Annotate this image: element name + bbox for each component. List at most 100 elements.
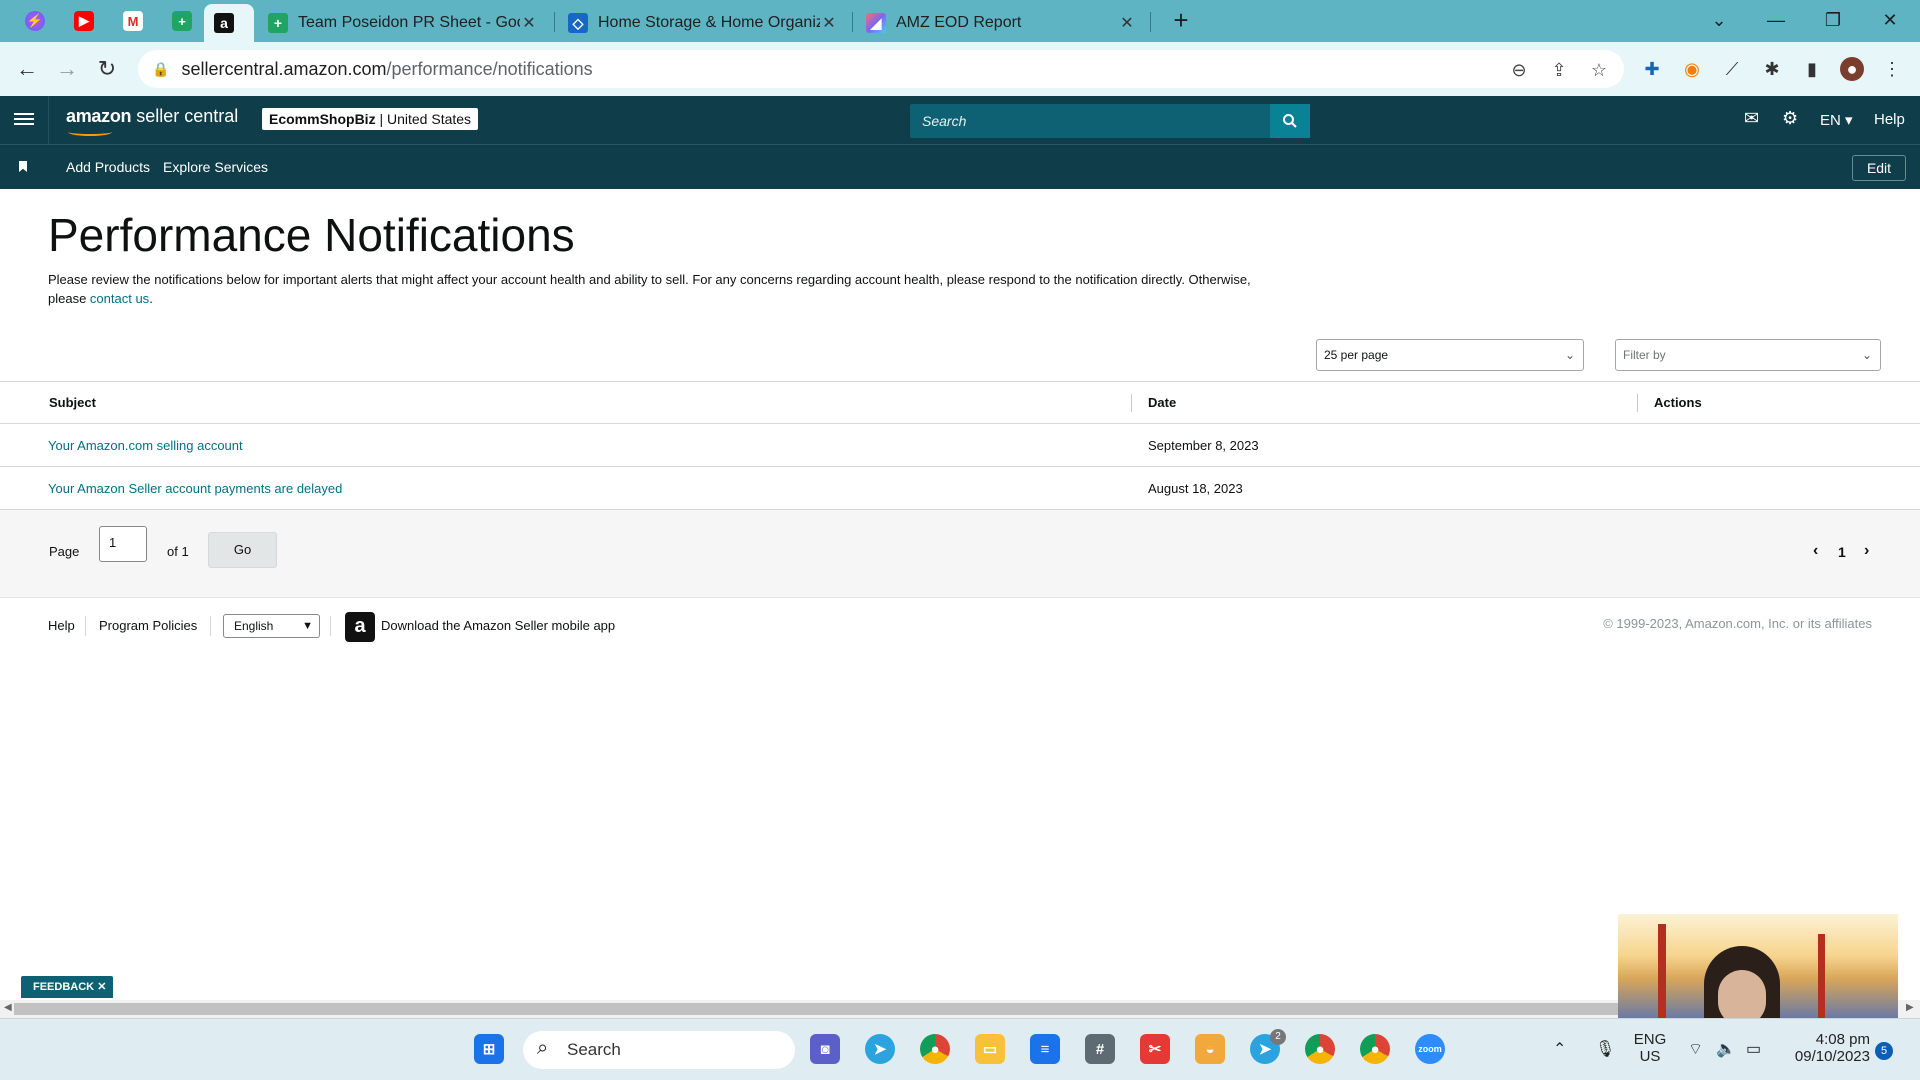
language-selector[interactable]: EN ▾ [1820, 111, 1853, 129]
minimize-button[interactable]: — [1756, 4, 1796, 36]
scroll-right-icon[interactable]: ▶ [1906, 1002, 1914, 1013]
microphone-icon[interactable]: 🎙 [1595, 1039, 1615, 1059]
close-icon[interactable]: ✕ [520, 13, 538, 33]
wifi-icon[interactable]: ⌔ [1688, 1039, 1703, 1059]
extension-icon[interactable]: ✚ [1640, 57, 1664, 81]
reload-button[interactable]: ↻ [92, 54, 122, 84]
notification-subject-link[interactable]: Your Amazon Seller account payments are … [48, 481, 342, 496]
header-search-input[interactable]: Search [910, 104, 1310, 138]
share-icon[interactable]: ⇪ [1548, 59, 1570, 81]
chevron-up-icon[interactable]: ⌃ [1553, 1039, 1566, 1059]
input-language[interactable]: ENG US [1628, 1031, 1672, 1065]
notepad-icon[interactable]: ≡ [1030, 1034, 1060, 1064]
footer-help-link[interactable]: Help [48, 618, 75, 633]
tab-divider [852, 12, 853, 32]
volume-icon[interactable]: 🔈 [1716, 1039, 1736, 1059]
clock[interactable]: 4:08 pm 09/10/2023 [1780, 1031, 1870, 1065]
store-selector[interactable]: EcommShopBiz | United States [262, 108, 479, 130]
go-button[interactable]: Go [208, 532, 277, 568]
description-end: . [149, 291, 153, 306]
gear-icon[interactable]: ⚙ [1782, 108, 1798, 129]
windows-start-icon[interactable]: ⊞ [474, 1034, 504, 1064]
subject-header[interactable]: Subject [0, 381, 1131, 424]
page-number-input[interactable]: 1 [99, 526, 147, 562]
tab-team-poseidon[interactable]: + Team Poseidon PR Sheet - Goog ✕ [258, 4, 548, 42]
sheets-icon: + [268, 13, 288, 33]
bookmark-star-icon[interactable]: ☆ [1588, 59, 1610, 81]
file-explorer-icon[interactable]: ▭ [975, 1034, 1005, 1064]
telegram-icon[interactable]: ➤ [865, 1034, 895, 1064]
current-page-number[interactable]: 1 [1838, 544, 1846, 560]
profile-avatar[interactable]: ● [1840, 57, 1864, 81]
taskbar-search[interactable]: ⌕ Search [523, 1031, 795, 1069]
bookmark-icon[interactable] [19, 161, 27, 172]
side-panel-icon[interactable]: ▮ [1800, 57, 1824, 81]
back-button[interactable]: ← [12, 54, 42, 84]
mail-icon[interactable]: ✉ [1744, 108, 1759, 129]
zoom-icon[interactable]: ⊖ [1508, 59, 1530, 81]
youtube-tab[interactable]: ▶ [64, 6, 104, 36]
help-link[interactable]: Help [1874, 111, 1905, 128]
messenger-tab[interactable]: ⚡ [15, 6, 55, 36]
snipping-tool-icon[interactable]: ✂ [1140, 1034, 1170, 1064]
nav-explore-services[interactable]: Explore Services [163, 159, 268, 175]
zoom-icon[interactable]: zoom [1415, 1034, 1445, 1064]
browser-toolbar: ← → ↻ 🔒 sellercentral.amazon.com/perform… [0, 42, 1920, 96]
per-page-value: 25 per page [1324, 348, 1389, 362]
search-placeholder: Search [922, 113, 967, 129]
date-header[interactable]: Date [1131, 381, 1637, 424]
contact-us-link[interactable]: contact us [90, 291, 149, 306]
tab-amz-eod[interactable]: ◢ AMZ EOD Report ✕ [856, 4, 1146, 42]
next-page-icon[interactable]: › [1864, 542, 1869, 560]
chrome-icon[interactable]: ● [1360, 1034, 1390, 1064]
chrome-icon[interactable]: ● [920, 1034, 950, 1064]
close-icon[interactable]: ✕ [1118, 13, 1136, 33]
menu-dots-icon[interactable]: ⋮ [1880, 57, 1904, 81]
hamburger-menu-icon[interactable] [14, 110, 34, 130]
notification-subject-link[interactable]: Your Amazon.com selling account [48, 438, 243, 453]
puzzle-icon[interactable]: ✱ [1760, 57, 1784, 81]
chevron-down-icon: ⌄ [1564, 348, 1575, 362]
extension-icon[interactable]: ◉ [1680, 57, 1704, 81]
sheets-pinned-tab[interactable]: + [162, 6, 202, 36]
prev-page-icon[interactable]: ‹ [1813, 542, 1818, 560]
gmail-tab[interactable]: M [113, 6, 153, 36]
chrome-icon[interactable]: ● [1305, 1034, 1335, 1064]
feedback-label: FEEDBACK [33, 981, 95, 993]
feedback-button[interactable]: FEEDBACK ✕ [21, 976, 113, 998]
close-window-button[interactable]: ✕ [1870, 4, 1910, 36]
app-icon[interactable]: ◒ [1195, 1034, 1225, 1064]
close-icon[interactable]: ✕ [820, 13, 838, 33]
filter-placeholder: Filter by [1623, 348, 1666, 362]
clock-time: 4:08 pm [1815, 1031, 1870, 1048]
seller-central-logo[interactable]: amazon seller central [66, 106, 238, 136]
close-icon[interactable]: ✕ [97, 981, 106, 993]
per-page-dropdown[interactable]: 25 per page ⌄ [1316, 339, 1584, 371]
page-label: Page [49, 544, 80, 559]
restore-button[interactable]: ❐ [1813, 4, 1853, 36]
filter-dropdown[interactable]: Filter by ⌄ [1615, 339, 1881, 371]
teams-chat-icon[interactable]: ◙ [810, 1034, 840, 1064]
tab-home-storage[interactable]: ◇ Home Storage & Home Organiz ✕ [558, 4, 848, 42]
footer-language-select[interactable]: English ▼ [223, 614, 320, 638]
edit-button[interactable]: Edit [1852, 155, 1906, 181]
tab-search-chevron-icon[interactable]: ⌄ [1699, 4, 1739, 36]
program-policies-link[interactable]: Program Policies [99, 618, 197, 633]
search-button[interactable] [1270, 104, 1310, 138]
scrollbar-thumb[interactable] [14, 1003, 1896, 1015]
battery-icon[interactable]: ▭ [1746, 1039, 1761, 1059]
language-label: EN [1820, 112, 1841, 129]
new-tab-button[interactable]: + [1166, 6, 1196, 36]
windows-taskbar: ⊞ ⌕ Search ◙ ➤ ● ▭ ≡ # ✂ ◒ ➤ 2 ● ● zoom … [0, 1018, 1920, 1080]
address-bar[interactable]: 🔒 sellercentral.amazon.com/performance/n… [138, 50, 1624, 88]
extension-icon[interactable]: ⟋ [1720, 57, 1744, 81]
scroll-left-icon[interactable]: ◀ [4, 1002, 12, 1013]
lang-line1: ENG [1633, 1031, 1667, 1048]
forward-button[interactable]: → [52, 54, 82, 84]
amazon-tab-active[interactable]: a [204, 4, 254, 42]
notification-badge[interactable]: 5 [1875, 1042, 1893, 1060]
download-app-link[interactable]: Download the Amazon Seller mobile app [381, 618, 615, 633]
tab-divider [554, 12, 555, 32]
nav-add-products[interactable]: Add Products [66, 159, 150, 175]
calculator-icon[interactable]: # [1085, 1034, 1115, 1064]
